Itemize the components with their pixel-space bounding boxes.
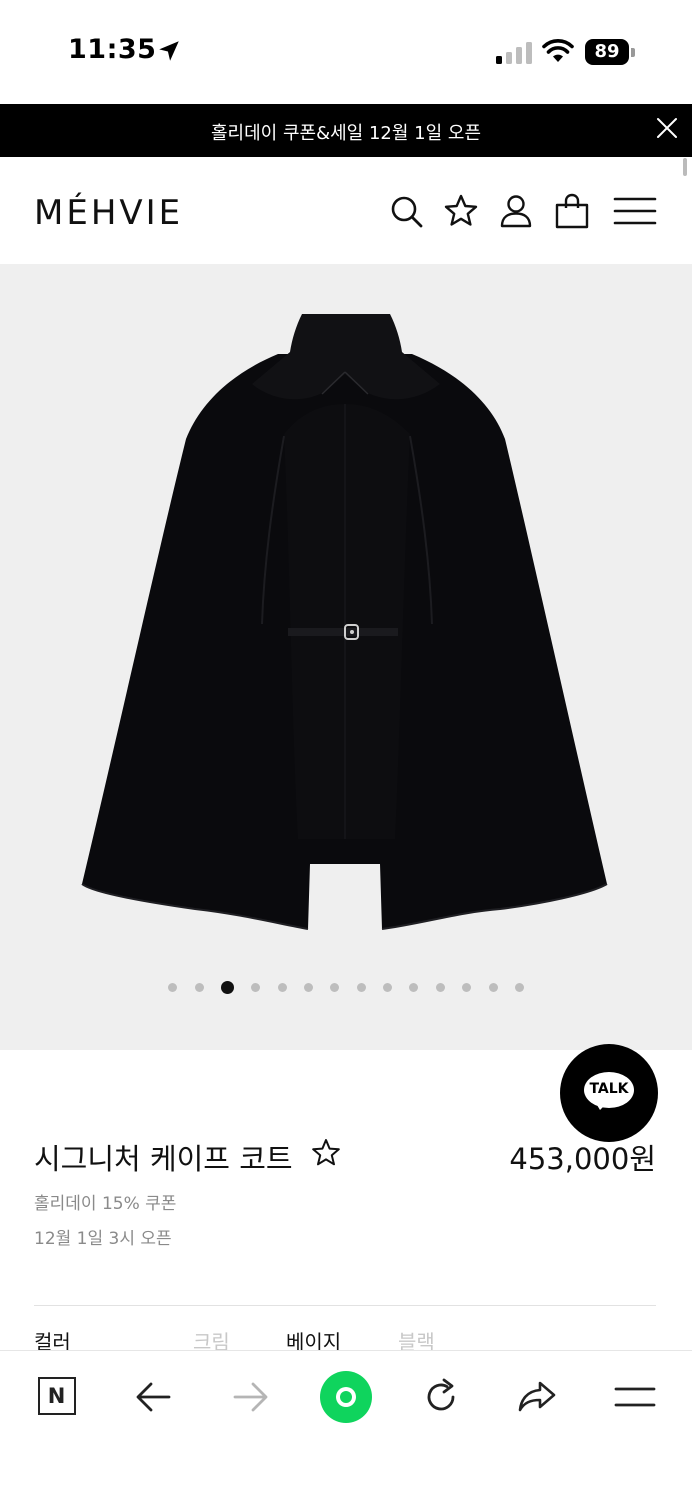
naver-icon[interactable]: N	[38, 1377, 76, 1415]
pagination-dot[interactable]	[168, 983, 177, 992]
pagination-dot[interactable]	[278, 983, 287, 992]
battery-indicator: 89	[585, 39, 635, 65]
product-name: 시그니처 케이프 코트	[34, 1142, 293, 1176]
back-arrow-icon[interactable]	[133, 1376, 175, 1418]
shopping-bag-icon[interactable]	[552, 191, 592, 231]
product-price: 453,000원	[509, 1142, 656, 1176]
green-dot-icon[interactable]	[320, 1371, 372, 1423]
star-icon[interactable]	[441, 191, 481, 231]
pagination-dot[interactable]	[357, 983, 366, 992]
browser-menu-icon[interactable]	[613, 1376, 657, 1418]
share-icon[interactable]	[516, 1376, 558, 1418]
refresh-icon[interactable]	[420, 1376, 462, 1418]
pagination-dot[interactable]	[462, 983, 471, 992]
location-arrow-icon	[159, 41, 179, 61]
pagination-dot[interactable]	[436, 983, 445, 992]
pagination-dot[interactable]	[383, 983, 392, 992]
gallery-pagination	[0, 981, 692, 994]
promo-text: 홀리데이 쿠폰&세일 12월 1일 오픈	[211, 123, 481, 144]
promo-banner[interactable]: 홀리데이 쿠폰&세일 12월 1일 오픈	[0, 104, 692, 157]
menu-icon[interactable]	[613, 191, 657, 231]
pagination-dot[interactable]	[304, 983, 313, 992]
divider	[34, 1305, 656, 1306]
kakao-talk-button[interactable]: TALK	[560, 1044, 658, 1142]
battery-level: 89	[594, 41, 620, 62]
wishlist-star-icon[interactable]	[310, 1137, 342, 1169]
user-icon[interactable]	[496, 191, 536, 231]
brand-logo[interactable]: MÉHVIE	[34, 193, 183, 233]
pagination-dot[interactable]	[409, 983, 418, 992]
wifi-icon	[542, 39, 574, 62]
pagination-dot[interactable]	[489, 983, 498, 992]
search-icon[interactable]	[386, 191, 426, 231]
pagination-dot[interactable]	[330, 983, 339, 992]
pagination-dot[interactable]	[251, 983, 260, 992]
forward-arrow-icon[interactable]	[229, 1376, 271, 1418]
product-image-gallery[interactable]	[0, 264, 692, 1050]
cellular-signal-icon	[496, 42, 532, 64]
coupon-note: 홀리데이 15% 쿠폰	[34, 1194, 177, 1214]
pagination-dot[interactable]	[195, 983, 204, 992]
close-icon[interactable]	[655, 116, 679, 140]
product-image	[81, 314, 608, 930]
talk-label: TALK	[589, 1081, 629, 1097]
status-bar: 11:35 89	[0, 0, 692, 104]
site-header: MÉHVIE	[0, 157, 692, 265]
status-time: 11:35	[68, 34, 157, 65]
page-scrollbar[interactable]	[683, 158, 687, 176]
open-note: 12월 1일 3시 오픈	[34, 1229, 172, 1249]
pagination-dot[interactable]	[515, 983, 524, 992]
pagination-dot-active[interactable]	[221, 981, 234, 994]
